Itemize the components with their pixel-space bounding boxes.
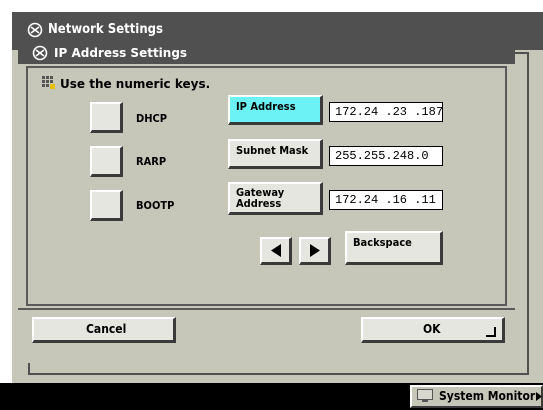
content-panel: Use the numeric keys. DHCP RARP BOOTP IP…: [26, 66, 507, 306]
enter-icon: [486, 327, 496, 337]
ip-address-button[interactable]: IP Address: [228, 95, 323, 125]
ip-address-label: IP Address: [236, 100, 296, 113]
subnet-mask-label: Subnet Mask: [236, 144, 309, 157]
system-monitor-button[interactable]: System Monitor: [410, 385, 543, 408]
rarp-toggle[interactable]: [90, 146, 123, 177]
bootp-toggle[interactable]: [90, 190, 123, 221]
status-bar: System Monitor: [0, 383, 543, 410]
numeric-keypad-icon: [42, 76, 56, 90]
gateway-address-button[interactable]: Gateway Address: [228, 182, 323, 215]
ip-address-dialog: IP Address Settings Use the numeric keys…: [18, 42, 515, 363]
window-title: Network Settings: [48, 22, 163, 37]
bootp-label: BOOTP: [136, 199, 175, 212]
cancel-button[interactable]: Cancel: [32, 317, 176, 343]
left-arrow-icon: [271, 244, 281, 257]
divider: [18, 308, 515, 310]
system-monitor-label: System Monitor: [439, 389, 536, 403]
subnet-mask-field[interactable]: 255.255.248.0: [329, 146, 443, 166]
settings-icon: [27, 22, 43, 38]
right-arrow-icon: [310, 244, 320, 257]
gateway-label-line2: Address: [236, 197, 282, 210]
instruction-text: Use the numeric keys.: [60, 77, 211, 91]
instruction: Use the numeric keys.: [42, 76, 210, 91]
cursor-right-button[interactable]: [299, 237, 331, 265]
cursor-left-button[interactable]: [260, 237, 292, 265]
ok-label: OK: [423, 322, 441, 336]
dhcp-label: DHCP: [136, 112, 168, 125]
gateway-address-field[interactable]: 172.24 .16 .11: [329, 190, 443, 210]
dialog-title: IP Address Settings: [54, 46, 188, 60]
settings-icon: [32, 45, 48, 61]
backspace-label: Backspace: [353, 236, 412, 249]
dialog-titlebar: IP Address Settings: [18, 42, 515, 64]
chevron-right-icon: [536, 392, 542, 401]
monitor-icon: [417, 389, 433, 403]
ok-button[interactable]: OK: [361, 317, 505, 343]
cancel-label: Cancel: [86, 322, 127, 336]
backspace-button[interactable]: Backspace: [345, 231, 443, 265]
ip-address-field[interactable]: 172.24 .23 .187: [329, 102, 443, 122]
subnet-mask-button[interactable]: Subnet Mask: [228, 139, 323, 169]
dhcp-toggle[interactable]: [90, 102, 123, 133]
rarp-label: RARP: [136, 155, 167, 168]
